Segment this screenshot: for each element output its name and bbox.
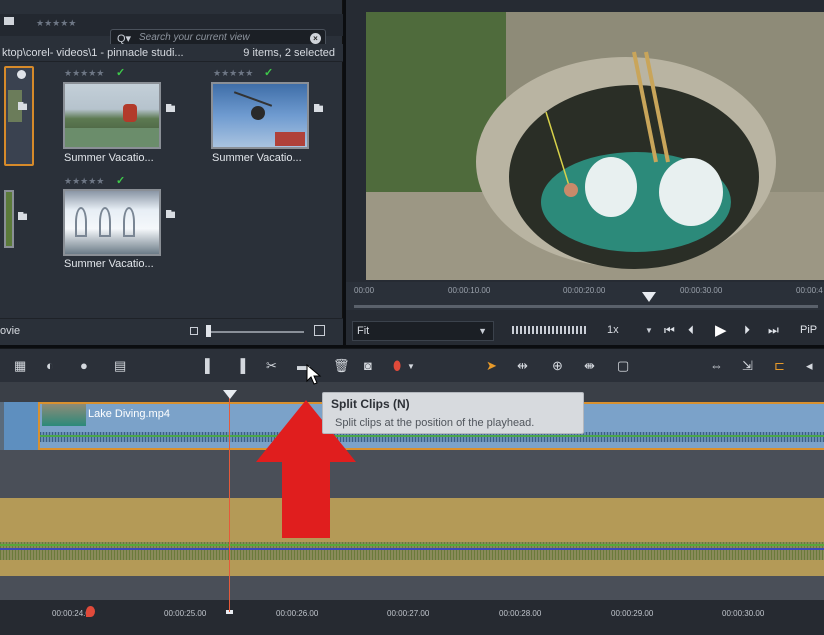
chevron-down-icon: ▼ <box>478 326 487 336</box>
folder-path: ktop\corel- videos\1 - pinnacle studi... <box>2 47 184 59</box>
clip-thumbnail[interactable] <box>63 189 161 256</box>
path-bar: ktop\corel- videos\1 - pinnacle studi...… <box>0 44 343 62</box>
chevron-down-icon[interactable]: ▼ <box>645 326 653 335</box>
marker-out-icon[interactable]: ▐ <box>236 359 245 372</box>
clear-icon[interactable]: × <box>310 33 321 44</box>
snap-icon[interactable]: ⇔ <box>710 359 723 372</box>
trim-icon[interactable]: ⇹ <box>517 359 528 372</box>
clip-name: Lake Diving.mp4 <box>88 408 170 420</box>
split-tooltip: Split Clips (N) Split clips at the posit… <box>322 392 584 434</box>
menu-icon[interactable] <box>4 17 14 25</box>
shuttle-control[interactable] <box>512 326 588 334</box>
info-icon <box>17 70 26 79</box>
used-check-icon: ✓ <box>116 67 126 79</box>
delete-icon[interactable]: 🗑 <box>333 359 350 372</box>
audio-track[interactable] <box>0 498 824 576</box>
volume-line <box>40 435 824 437</box>
prev-frame-icon[interactable]: ⏴ <box>688 323 694 338</box>
marker-in-icon[interactable]: ▌ <box>205 359 214 372</box>
fit-timeline-icon[interactable]: ▢ <box>617 359 629 372</box>
zoom-fit-select[interactable]: Fit ▼ <box>352 321 494 341</box>
tooltip-title: Split Clips (N) <box>331 397 410 411</box>
chevron-down-icon[interactable]: ▼ <box>407 363 415 371</box>
clip-thumbnail[interactable] <box>63 82 161 149</box>
video-frame <box>366 12 824 280</box>
item-rating[interactable]: ★★★★★ <box>213 68 253 79</box>
razor-icon[interactable]: ✂ <box>266 359 277 372</box>
playhead-handle[interactable] <box>223 390 237 399</box>
ruler-label: 00:00:10.00 <box>448 286 491 295</box>
item-rating[interactable]: ★★★★★ <box>64 176 104 187</box>
magnet-icon[interactable]: ⊏ <box>774 359 785 372</box>
ripple-edit-icon[interactable]: ⇲ <box>742 359 753 372</box>
timecode: 00:00:28.00 <box>499 609 542 618</box>
slip-icon[interactable]: ⇼ <box>584 359 595 372</box>
play-icon[interactable]: ▶ <box>715 321 727 339</box>
scrubber-track[interactable] <box>354 305 818 308</box>
go-end-icon[interactable]: ⏭ <box>768 323 779 338</box>
pointer-icon[interactable]: ➤ <box>486 359 497 372</box>
selected-clip-thumbnail[interactable] <box>4 66 34 166</box>
rating-filter[interactable]: ★★★★★ <box>36 18 76 29</box>
storyboard-icon[interactable]: ▦ <box>14 359 26 372</box>
titles-icon[interactable]: ● <box>80 359 88 372</box>
library-footer: ovie <box>0 318 343 345</box>
ripple-icon[interactable]: ⊕ <box>552 359 563 372</box>
pip-button[interactable]: PiP <box>800 324 817 336</box>
marker-icon[interactable]: ⬮ <box>393 359 401 372</box>
library-toolbar: ★★★★★ Q▾ Search your current view × <box>0 14 343 47</box>
clip-caption: Summer Vacatio... <box>64 258 154 270</box>
go-start-icon[interactable]: ⏮ <box>664 323 675 338</box>
marker-pin-icon[interactable] <box>86 606 95 617</box>
previous-clip[interactable] <box>4 402 38 450</box>
empty-track[interactable] <box>0 450 824 498</box>
large-thumb-icon[interactable] <box>314 325 325 336</box>
clip-thumbnail <box>42 404 86 426</box>
timecode: 00:00:26.00 <box>276 609 319 618</box>
ruler-label: 00:00:4 <box>796 286 823 295</box>
audio-volume-line <box>0 548 824 550</box>
timecode: 00:00:27.00 <box>387 609 430 618</box>
audio-scrub-icon[interactable]: ◂ <box>806 359 813 372</box>
tooltip-description: Split clips at the position of the playh… <box>335 417 535 429</box>
timecode: 00:00:25.00 <box>164 609 207 618</box>
zoom-slider-handle[interactable] <box>206 325 211 337</box>
sound-icon[interactable]: ▤ <box>114 359 126 372</box>
clip-thumbnail[interactable] <box>211 82 309 149</box>
playhead-line[interactable] <box>229 395 230 612</box>
snapshot-icon[interactable]: ◙ <box>364 359 372 372</box>
clip-caption: Summer Vacatio... <box>64 152 154 164</box>
ruler-label: 00:00:20.00 <box>563 286 606 295</box>
fit-label: Fit <box>357 325 370 337</box>
timecode: 00:00:29.00 <box>611 609 654 618</box>
effects-icon[interactable]: ◐ <box>46 359 54 372</box>
search-placeholder: Search your current view <box>139 32 250 43</box>
audio-green-line <box>0 544 824 546</box>
zoom-slider[interactable] <box>208 331 304 333</box>
small-thumb-icon[interactable] <box>190 327 198 335</box>
mouse-cursor-icon <box>306 364 322 385</box>
scrubber-handle[interactable] <box>642 292 656 302</box>
item-rating[interactable]: ★★★★★ <box>64 68 104 79</box>
item-count: 9 items, 2 selected <box>243 47 335 59</box>
clip-caption: Summer Vacatio... <box>212 152 302 164</box>
speed-label[interactable]: 1x <box>607 324 619 336</box>
ruler-label: 00:00:30.00 <box>680 286 723 295</box>
timecode: 00:00:30.00 <box>722 609 765 618</box>
next-frame-icon[interactable]: ⏵ <box>744 323 750 338</box>
video-preview[interactable] <box>366 12 824 280</box>
partial-thumbnail[interactable] <box>4 190 14 248</box>
used-check-icon: ✓ <box>264 67 274 79</box>
ruler-label: 00:00 <box>354 286 375 295</box>
empty-track[interactable] <box>0 576 824 600</box>
used-check-icon: ✓ <box>116 175 126 187</box>
view-label: ovie <box>0 325 21 337</box>
